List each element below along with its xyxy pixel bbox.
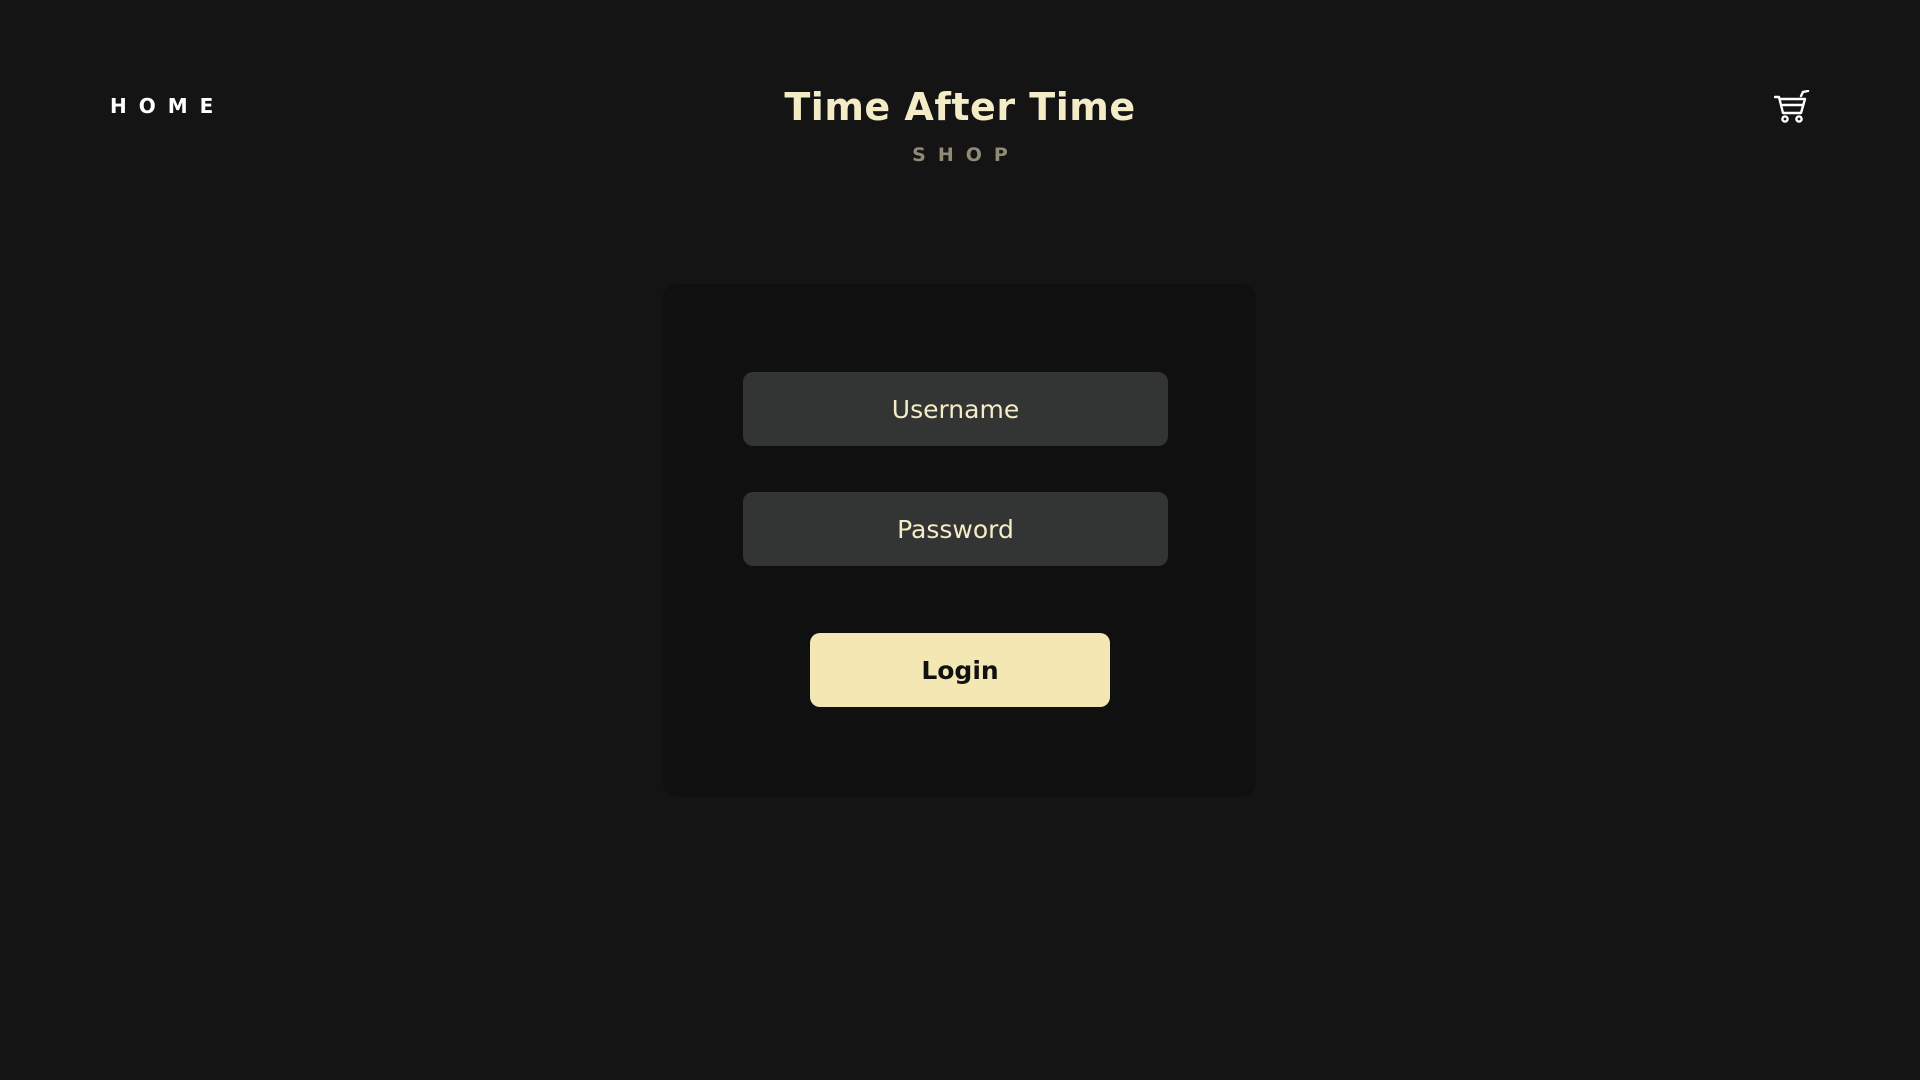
nav-shop-link[interactable]: SHOP: [0, 144, 1920, 166]
shopping-cart-icon: [1773, 89, 1810, 123]
login-page: HOME Time After Time SHOP Login: [0, 0, 1920, 1080]
login-card: Login: [663, 284, 1256, 797]
cart-button[interactable]: [1773, 89, 1810, 124]
brand-title: Time After Time: [784, 85, 1136, 129]
username-input[interactable]: [743, 372, 1168, 446]
login-button[interactable]: Login: [810, 633, 1110, 707]
password-input[interactable]: [743, 492, 1168, 566]
site-header: HOME Time After Time SHOP: [0, 0, 1920, 200]
brand: Time After Time SHOP: [0, 80, 1920, 166]
